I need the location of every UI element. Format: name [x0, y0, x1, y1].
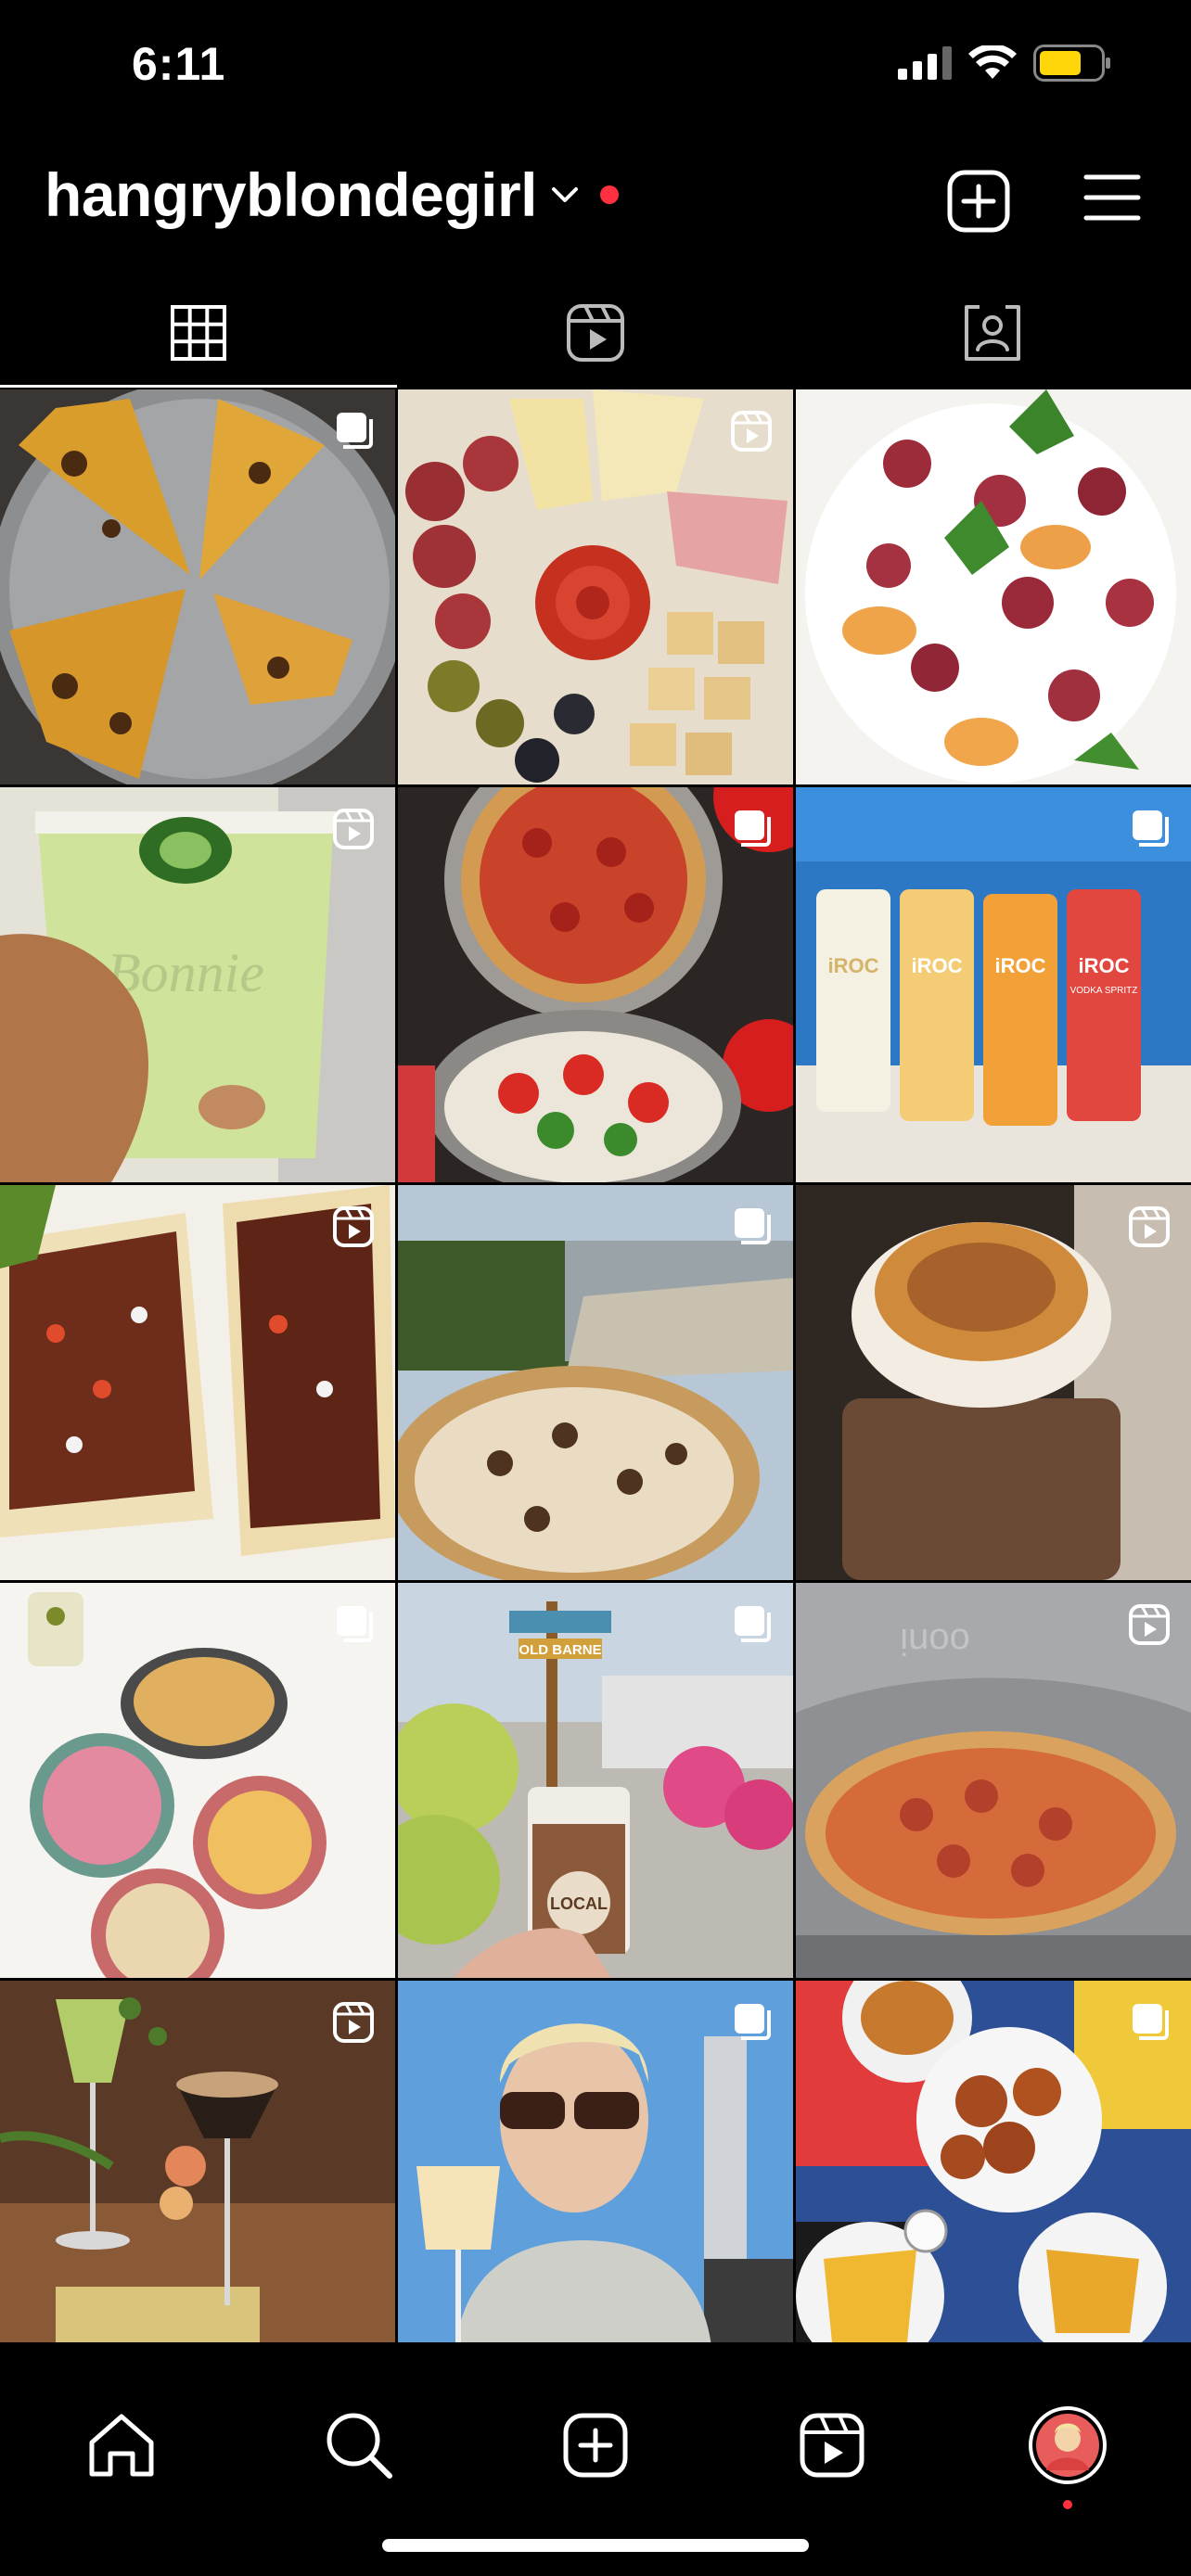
reel-icon: [1129, 1206, 1170, 1247]
username: hangryblondegirl: [45, 160, 538, 229]
post-tile[interactable]: [398, 1981, 793, 2376]
carousel-icon: [1133, 2004, 1169, 2040]
plus-square-icon: [947, 170, 1010, 233]
reel-icon: [333, 1206, 374, 1247]
post-tile[interactable]: iROC iROC iROC iROC VODKA SPRITZ: [796, 787, 1191, 1182]
signal-icon: [898, 46, 952, 80]
status-icons: [898, 45, 1111, 82]
nav-profile[interactable]: [1026, 2404, 1109, 2487]
home-indicator: [382, 2539, 809, 2552]
can-subtitle: VODKA SPRITZ: [1070, 986, 1138, 996]
post-tile[interactable]: [0, 1185, 395, 1580]
can-brand-3: iROC: [995, 954, 1046, 977]
post-tile[interactable]: [398, 1185, 793, 1580]
post-tile[interactable]: [0, 389, 395, 784]
oven-brand: ooni: [900, 1621, 970, 1662]
can-brand-2: iROC: [912, 954, 963, 977]
reel-icon: [1129, 1604, 1170, 1645]
reels-icon: [800, 2413, 864, 2478]
cup-text: LOCAL: [550, 1894, 608, 1913]
wifi-icon: [968, 45, 1017, 79]
menu-button[interactable]: [1083, 172, 1141, 227]
profile-notification-dot: [1063, 2500, 1072, 2509]
posts-grid: Bonnie iROC iROC iROC iROC VODKA SPRITZ …: [0, 389, 1191, 2376]
carousel-icon: [735, 810, 771, 847]
glass-brand: Bonnie: [107, 942, 264, 1003]
reels-icon: [567, 304, 624, 362]
reel-icon: [333, 809, 374, 849]
nav-home[interactable]: [80, 2404, 163, 2487]
create-icon: [563, 2413, 628, 2478]
carousel-icon: [1133, 810, 1169, 847]
post-tile[interactable]: [796, 1981, 1191, 2376]
post-tile[interactable]: ooni: [796, 1583, 1191, 1978]
active-tab-indicator: [0, 385, 397, 388]
carousel-icon: [735, 2004, 771, 2040]
sign-text: OLD BARNE: [519, 1642, 601, 1658]
profile-tabs: [0, 278, 1191, 388]
carousel-icon: [337, 1606, 373, 1642]
post-tile[interactable]: Bonnie: [0, 787, 395, 1182]
account-switcher[interactable]: hangryblondegirl: [45, 159, 620, 230]
reel-icon: [731, 411, 772, 452]
battery-icon: [1033, 45, 1110, 82]
nav-reels[interactable]: [790, 2404, 874, 2487]
home-icon: [89, 2414, 154, 2477]
post-tile[interactable]: OLD BARNE LOCAL: [398, 1583, 793, 1978]
carousel-icon: [735, 1606, 771, 1642]
nav-search[interactable]: [317, 2404, 401, 2487]
post-tile[interactable]: [796, 1185, 1191, 1580]
chevron-down-icon: [552, 187, 579, 202]
create-button[interactable]: [946, 169, 1011, 238]
carousel-icon: [735, 1208, 771, 1244]
hamburger-menu-icon: [1083, 174, 1141, 221]
post-tile[interactable]: [796, 389, 1191, 784]
carousel-icon: [337, 413, 373, 449]
status-time: 6:11: [132, 38, 226, 90]
post-tile[interactable]: [398, 787, 793, 1182]
tab-posts[interactable]: [0, 278, 397, 388]
can-brand-1: iROC: [828, 954, 879, 977]
search-icon: [327, 2413, 392, 2479]
reel-icon: [333, 2002, 374, 2043]
grid-icon: [171, 305, 226, 361]
tagged-person-icon: [965, 305, 1020, 361]
nav-create[interactable]: [554, 2404, 637, 2487]
can-brand-4: iROC: [1079, 954, 1130, 977]
tab-tagged[interactable]: [794, 278, 1191, 388]
post-tile[interactable]: [398, 389, 793, 784]
tab-reels[interactable]: [397, 278, 794, 388]
profile-avatar: [1029, 2406, 1107, 2484]
post-image-fig-salad: [796, 389, 1191, 784]
post-tile[interactable]: [0, 1981, 395, 2376]
notification-dot: [600, 185, 620, 204]
post-tile[interactable]: [0, 1583, 395, 1978]
